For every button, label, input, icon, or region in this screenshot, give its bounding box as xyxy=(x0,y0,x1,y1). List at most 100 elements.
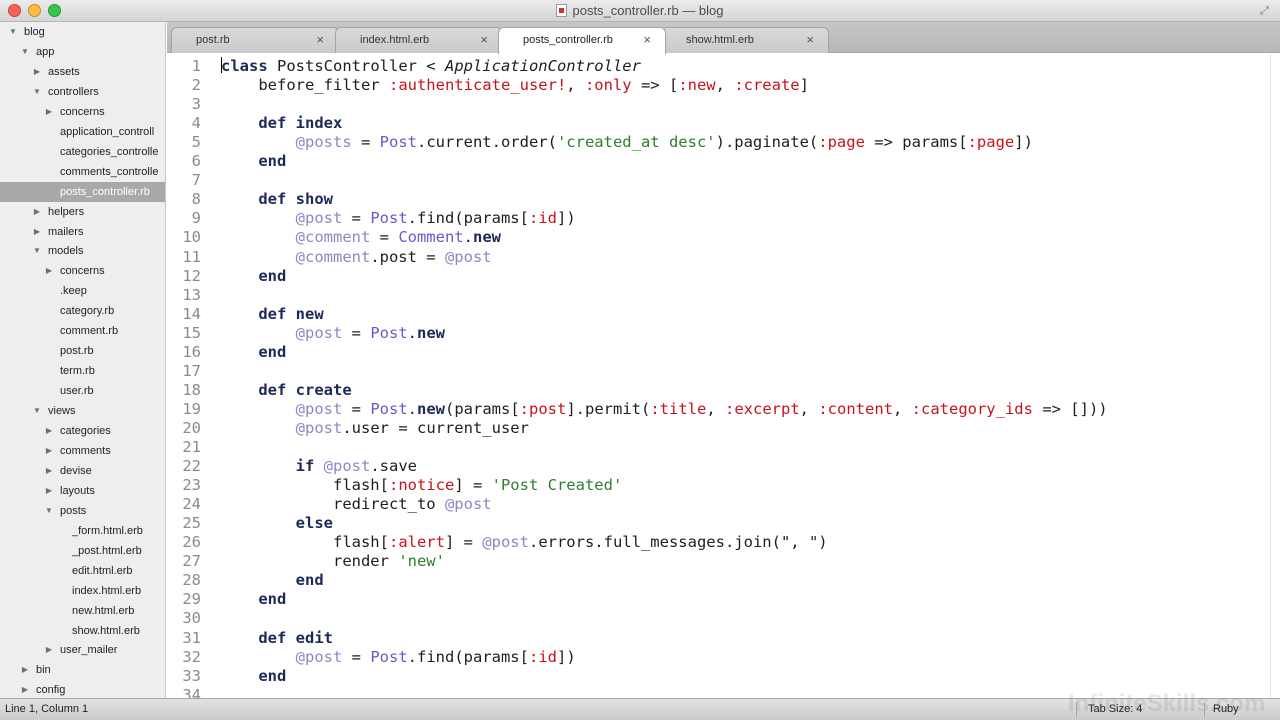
code-line[interactable]: redirect_to @post xyxy=(221,495,492,514)
code-line[interactable]: def index xyxy=(221,114,342,133)
disclosure-closed-icon[interactable]: ▶ xyxy=(44,640,54,660)
code-line[interactable]: @comment = Comment.new xyxy=(221,228,501,247)
code-line[interactable]: if @post.save xyxy=(221,457,417,476)
sidebar-item[interactable]: new.html.erb xyxy=(0,601,165,621)
code-line[interactable]: flash[:alert] = @post.errors.full_messag… xyxy=(221,533,828,552)
code-line[interactable]: end xyxy=(221,667,286,686)
disclosure-closed-icon[interactable]: ▶ xyxy=(44,261,54,281)
sidebar-item[interactable]: ▶ categories xyxy=(0,421,165,441)
code-token: @post xyxy=(295,323,343,342)
code-line[interactable]: @post = Post.new(params[:post].permit(:t… xyxy=(221,400,1108,419)
sidebar-item[interactable]: .keep xyxy=(0,281,165,301)
sidebar-item[interactable]: ▼ controllers xyxy=(0,82,165,102)
code-line[interactable]: flash[:notice] = 'Post Created' xyxy=(221,476,622,495)
sidebar-item[interactable]: ▶ layouts xyxy=(0,481,165,501)
code-line[interactable]: before_filter :authenticate_user!, :only… xyxy=(221,76,809,95)
sidebar-item[interactable]: ▶ bin xyxy=(0,660,165,680)
disclosure-closed-icon[interactable]: ▶ xyxy=(20,660,30,680)
sidebar-item[interactable]: ▼ models xyxy=(0,241,165,261)
tab-posts-controller-rb[interactable]: posts_controller.rb × xyxy=(498,27,666,54)
disclosure-open-icon[interactable]: ▼ xyxy=(32,401,42,421)
close-tab-icon[interactable]: × xyxy=(316,28,324,52)
code-editor[interactable]: 1 class PostsController < ApplicationCont… xyxy=(167,54,1280,698)
code-line[interactable]: def show xyxy=(221,190,333,209)
sidebar-item[interactable]: ▶ assets xyxy=(0,62,165,82)
sidebar-item[interactable]: application_controll xyxy=(0,122,165,142)
sidebar-item[interactable]: ▶ user_mailer xyxy=(0,640,165,660)
code-line[interactable]: @posts = Post.current.order('created_at … xyxy=(221,133,1033,152)
code-line[interactable]: def new xyxy=(221,304,323,324)
sidebar-item[interactable]: ▼ views xyxy=(0,401,165,421)
disclosure-open-icon[interactable]: ▼ xyxy=(20,42,30,62)
sidebar-item[interactable]: comment.rb xyxy=(0,321,165,341)
cursor-position: Line 1, Column 1 xyxy=(5,703,89,715)
code-token: => [])) xyxy=(1032,399,1108,418)
sidebar-item[interactable]: categories_controlle xyxy=(0,142,165,162)
sidebar-item[interactable]: index.html.erb xyxy=(0,581,165,601)
sidebar-item[interactable]: term.rb xyxy=(0,361,165,381)
close-tab-icon[interactable]: × xyxy=(480,28,488,52)
sidebar-item[interactable]: ▶ mailers xyxy=(0,222,165,242)
line-number: 20 xyxy=(182,418,201,437)
disclosure-open-icon[interactable]: ▼ xyxy=(44,501,54,521)
code-line[interactable]: render 'new' xyxy=(221,552,445,571)
disclosure-open-icon[interactable]: ▼ xyxy=(8,22,18,42)
sidebar-item[interactable]: _post.html.erb xyxy=(0,541,165,561)
sidebar-item[interactable]: ▶ helpers xyxy=(0,202,165,222)
code-line[interactable]: end xyxy=(221,571,324,590)
code-token: def xyxy=(258,304,287,323)
sidebar-item[interactable]: comments_controlle xyxy=(0,162,165,182)
code-token: 'new' xyxy=(398,552,445,571)
sidebar-item[interactable]: post.rb xyxy=(0,341,165,361)
code-line[interactable]: end xyxy=(221,590,286,609)
tab-label: post.rb xyxy=(196,34,230,46)
disclosure-closed-icon[interactable]: ▶ xyxy=(32,202,42,222)
sidebar-item[interactable]: ▶ concerns xyxy=(0,102,165,122)
sidebar-item[interactable]: user.rb xyxy=(0,381,165,401)
sidebar-item[interactable]: ▼ app xyxy=(0,42,165,62)
sidebar-item-selected[interactable]: posts_controller.rb xyxy=(0,181,165,202)
close-tab-icon[interactable]: × xyxy=(806,28,814,52)
sidebar-item[interactable]: show.html.erb xyxy=(0,621,165,641)
code-line[interactable]: def create xyxy=(221,381,351,400)
disclosure-closed-icon[interactable]: ▶ xyxy=(32,222,42,242)
code-line[interactable]: end xyxy=(221,343,286,362)
sidebar-item-label: devise xyxy=(60,464,92,477)
fullscreen-icon[interactable]: ⤢ xyxy=(1260,5,1272,17)
disclosure-closed-icon[interactable]: ▶ xyxy=(44,441,54,461)
disclosure-open-icon[interactable]: ▼ xyxy=(32,82,42,102)
disclosure-closed-icon[interactable]: ▶ xyxy=(44,102,54,122)
code-line[interactable]: end xyxy=(221,152,286,171)
disclosure-closed-icon[interactable]: ▶ xyxy=(44,461,54,481)
line-number: 3 xyxy=(191,95,201,114)
sidebar-item[interactable]: _form.html.erb xyxy=(0,521,165,541)
code-line[interactable]: end xyxy=(221,267,286,286)
code-line[interactable]: @post = Post.new xyxy=(221,324,445,343)
sidebar-item[interactable]: edit.html.erb xyxy=(0,561,165,581)
code-line[interactable]: class PostsController < ApplicationContr… xyxy=(221,57,641,76)
code-line[interactable]: @comment.post = @post xyxy=(221,248,492,267)
disclosure-open-icon[interactable]: ▼ xyxy=(32,241,42,261)
sidebar-item[interactable]: ▶ concerns xyxy=(0,261,165,281)
sidebar-item[interactable]: ▶ config xyxy=(0,680,165,698)
sidebar-item[interactable]: ▼ posts xyxy=(0,501,165,521)
tab-index-html-erb[interactable]: index.html.erb × xyxy=(335,27,503,53)
sidebar-item[interactable]: ▶ devise xyxy=(0,461,165,481)
code-line[interactable]: def edit xyxy=(221,629,333,648)
disclosure-closed-icon[interactable]: ▶ xyxy=(32,62,42,82)
disclosure-closed-icon[interactable]: ▶ xyxy=(44,481,54,501)
code-line[interactable]: @post = Post.find(params[:id]) xyxy=(221,209,576,228)
close-tab-icon[interactable]: × xyxy=(643,28,651,52)
code-line[interactable]: @post.user = current_user xyxy=(221,419,529,438)
code-line[interactable]: @post = Post.find(params[:id]) xyxy=(221,648,576,667)
disclosure-closed-icon[interactable]: ▶ xyxy=(44,421,54,441)
code-line[interactable]: else xyxy=(221,514,333,533)
tab-post-rb[interactable]: post.rb × xyxy=(171,27,339,53)
tab-show-html-erb[interactable]: show.html.erb × xyxy=(661,27,829,53)
sidebar-item[interactable]: ▶ comments xyxy=(0,441,165,461)
sidebar-item[interactable]: ▼ blog xyxy=(0,22,165,42)
sidebar-item[interactable]: category.rb xyxy=(0,301,165,321)
disclosure-closed-icon[interactable]: ▶ xyxy=(20,680,30,698)
